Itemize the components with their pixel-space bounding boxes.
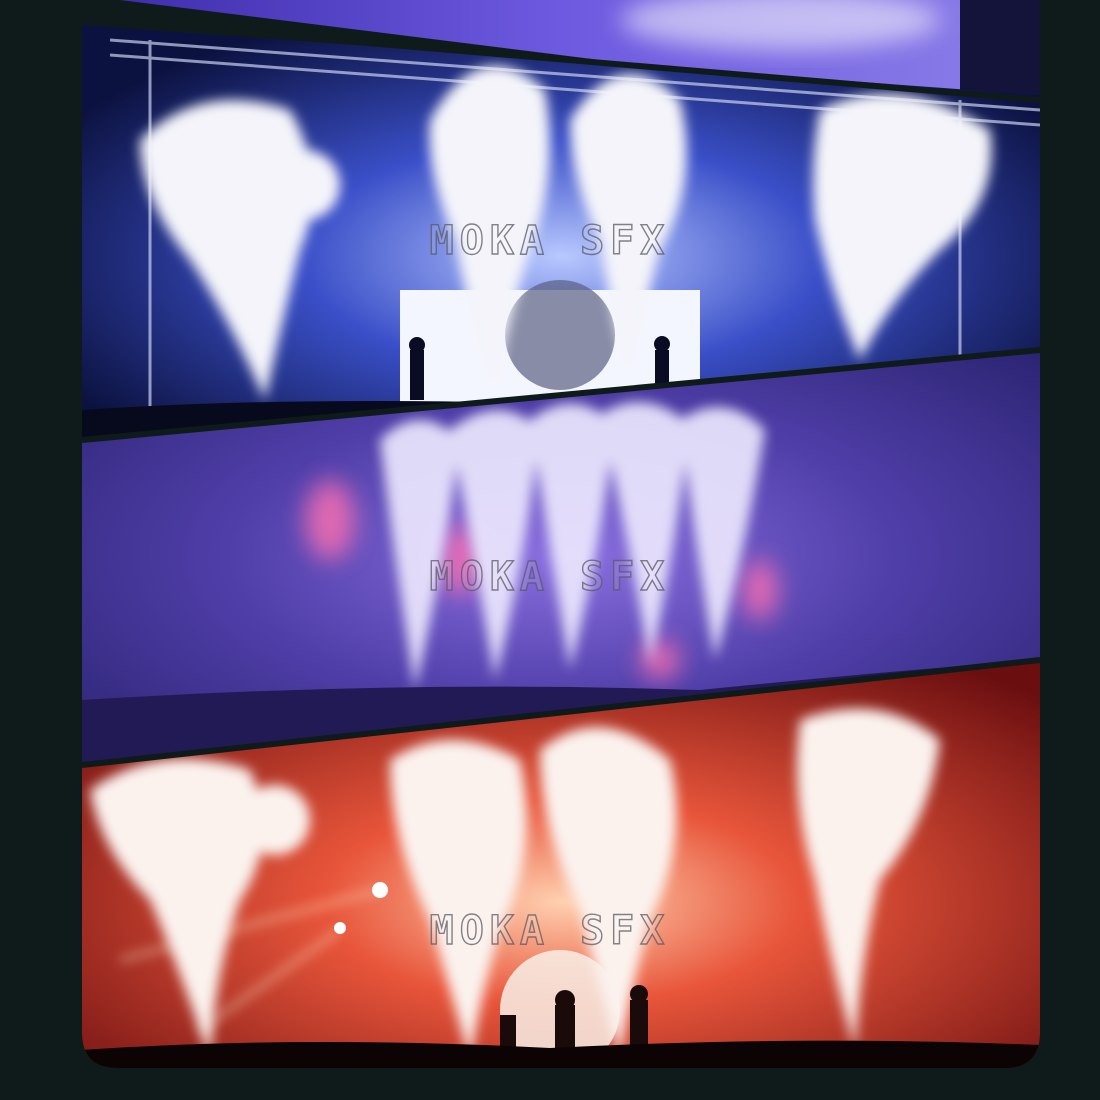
watermark-text-blue: MOKA SFX [430,218,671,264]
watermark-text-red: MOKA SFX [430,908,671,954]
watermark-text-purple: MOKA SFX [430,554,671,600]
photo-collage: MOKA SFX MOKA SFX MOKA SFX [81,0,1041,1068]
